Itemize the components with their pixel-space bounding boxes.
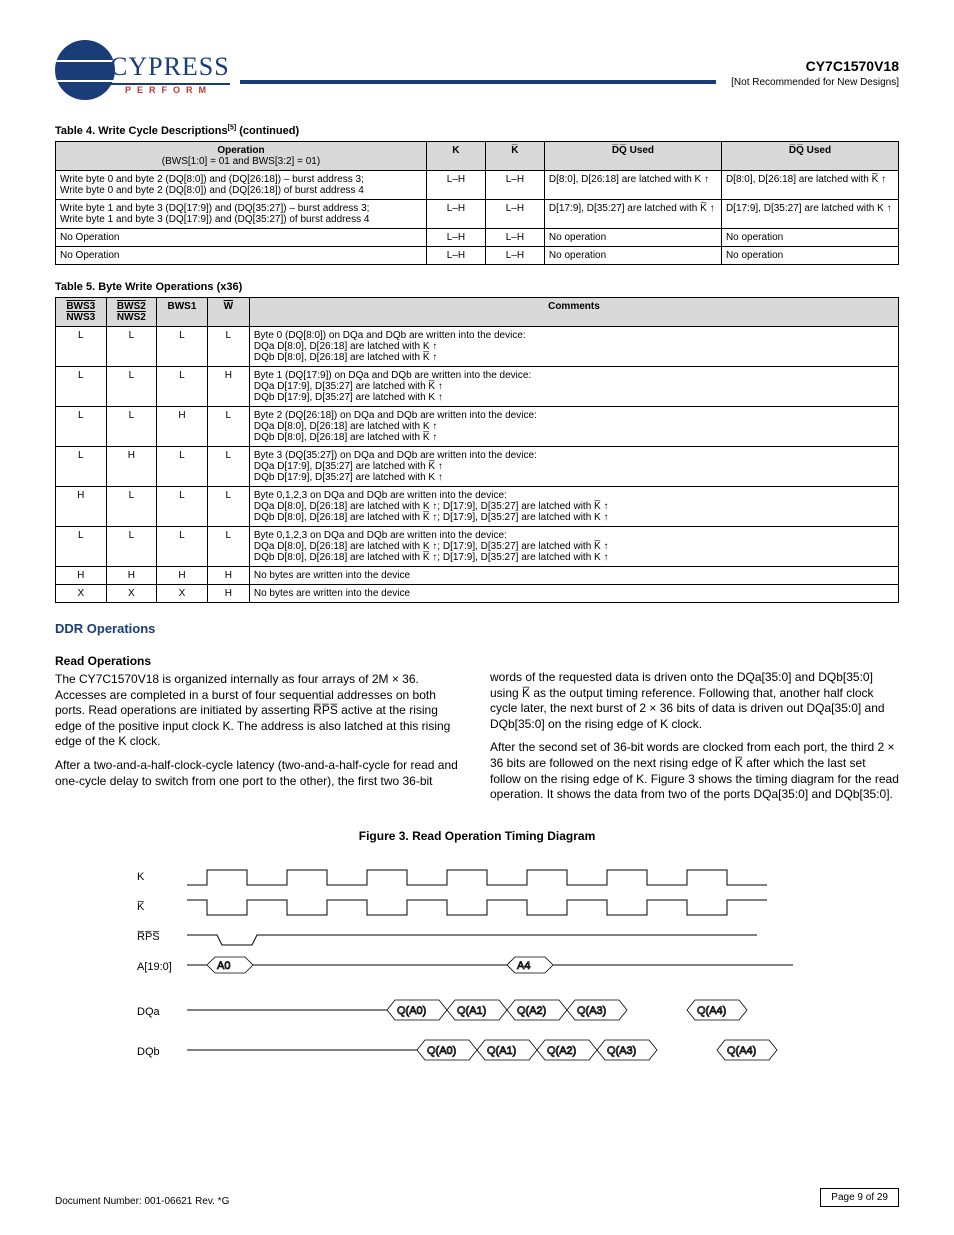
svg-text:Q(A1): Q(A1) xyxy=(487,1045,516,1057)
th-kbar: K̅ xyxy=(485,142,544,171)
cypress-logo: CYPRESS PERFORM xyxy=(55,40,230,105)
table-row: HLLLByte 0,1,2,3 on DQa and DQb are writ… xyxy=(56,487,899,527)
table4-title-cont: (continued) xyxy=(236,125,299,137)
svg-text:Q(A3): Q(A3) xyxy=(577,1005,606,1017)
th-dqa: D̅Q̅ Used xyxy=(544,142,721,171)
sig-label-kb: K̅ xyxy=(137,901,145,913)
svg-text:A4: A4 xyxy=(517,960,530,972)
svg-text:Q(A2): Q(A2) xyxy=(517,1005,546,1017)
svg-text:A0: A0 xyxy=(217,960,230,972)
table-row: Write byte 1 and byte 3 (DQ[17:9]) and (… xyxy=(56,200,899,229)
page-footer: Document Number: 001-06621 Rev. *G Page … xyxy=(55,1188,899,1207)
table-row: LLHLByte 2 (DQ[26:18]) on DQa and DQb ar… xyxy=(56,407,899,447)
header-rule xyxy=(240,80,716,84)
table-row: LLLLByte 0 (DQ[8:0]) on DQa and DQb are … xyxy=(56,327,899,367)
table4-header-row: Operation (BWS[1:0] = 01 and BWS[3:2] = … xyxy=(56,142,899,171)
timing-diagram: K K̅ R̅P̅S̅ A[19:0] DQa DQb A0 A4 Q(A0) … xyxy=(127,855,827,1075)
ddr-heading: DDR Operations xyxy=(55,621,899,636)
table-row: LLLLByte 0,1,2,3 on DQa and DQb are writ… xyxy=(56,527,899,567)
svg-text:Q(A2): Q(A2) xyxy=(547,1045,576,1057)
read-p1: The CY7C1570V18 is organized internally … xyxy=(55,672,464,750)
svg-text:Q(A3): Q(A3) xyxy=(607,1045,636,1057)
th-operation: Operation (BWS[1:0] = 01 and BWS[3:2] = … xyxy=(56,142,427,171)
table-row: LHLLByte 3 (DQ[35:27]) on DQa and DQb ar… xyxy=(56,447,899,487)
read-ops-heading: Read Operations xyxy=(55,654,899,668)
table-row: XXXHNo bytes are written into the device xyxy=(56,585,899,603)
figure3: Figure 3. Read Operation Timing Diagram … xyxy=(55,829,899,1078)
th-w: W xyxy=(207,298,249,327)
svg-text:Q(A0): Q(A0) xyxy=(397,1005,426,1017)
sig-label-rps: R̅P̅S̅ xyxy=(137,931,160,943)
read-p3: After the second set of 36-bit words are… xyxy=(490,740,899,802)
table-row: No OperationL–HL–HNo operationNo operati… xyxy=(56,247,899,265)
logo-text: CYPRESS xyxy=(110,52,230,85)
design-note: [Not Recommended for New Designs] xyxy=(731,77,899,88)
th-bws3: BWS3NWS3 xyxy=(56,298,107,327)
table4: Operation (BWS[1:0] = 01 and BWS[3:2] = … xyxy=(55,141,899,265)
read-ops-body: The CY7C1570V18 is organized internally … xyxy=(55,670,899,803)
sig-label-dqb: DQb xyxy=(137,1046,160,1058)
table5-header-row: BWS3NWS3 BWS2NWS2 BWS1 W Comments xyxy=(56,298,899,327)
table5-title: Table 5. Byte Write Operations (x36) xyxy=(55,281,899,293)
page-header: CYPRESS PERFORM CY7C1570V18 [Not Recomme… xyxy=(55,40,899,105)
table-row: LLLHByte 1 (DQ[17:9]) on DQa and DQb are… xyxy=(56,367,899,407)
th-bws1: BWS1 xyxy=(157,298,208,327)
table4-title-main: Table 4. Write Cycle Descriptions xyxy=(55,125,228,137)
logo-subtext: PERFORM xyxy=(125,85,212,95)
th-bws2: BWS2NWS2 xyxy=(106,298,157,327)
svg-text:Q(A4): Q(A4) xyxy=(727,1045,756,1057)
table4-footnote-ref: [5] xyxy=(228,124,237,131)
svg-text:Q(A0): Q(A0) xyxy=(427,1045,456,1057)
part-number: CY7C1570V18 xyxy=(731,58,899,74)
sig-label-k: K xyxy=(137,871,145,883)
table-row: No OperationL–HL–HNo operationNo operati… xyxy=(56,229,899,247)
th-comments: Comments xyxy=(249,298,898,327)
doc-number: Document Number: 001-06621 Rev. *G xyxy=(55,1196,229,1207)
table-row: HHHHNo bytes are written into the device xyxy=(56,567,899,585)
sig-label-dqa: DQa xyxy=(137,1006,161,1018)
svg-text:Q(A4): Q(A4) xyxy=(697,1005,726,1017)
th-k: K xyxy=(426,142,485,171)
globe-icon xyxy=(55,40,115,100)
header-right: CY7C1570V18 [Not Recommended for New Des… xyxy=(731,58,899,88)
th-dqb: D̅Q̅ Used xyxy=(721,142,898,171)
table4-title: Table 4. Write Cycle Descriptions[5] (co… xyxy=(55,125,899,137)
svg-text:Q(A1): Q(A1) xyxy=(457,1005,486,1017)
sig-label-addr: A[19:0] xyxy=(137,961,172,973)
table5: BWS3NWS3 BWS2NWS2 BWS1 W Comments LLLLBy… xyxy=(55,297,899,603)
figure3-title: Figure 3. Read Operation Timing Diagram xyxy=(55,829,899,843)
table-row: Write byte 0 and byte 2 (DQ[8:0]) and (D… xyxy=(56,171,899,200)
page-number: Page 9 of 29 xyxy=(820,1188,899,1207)
